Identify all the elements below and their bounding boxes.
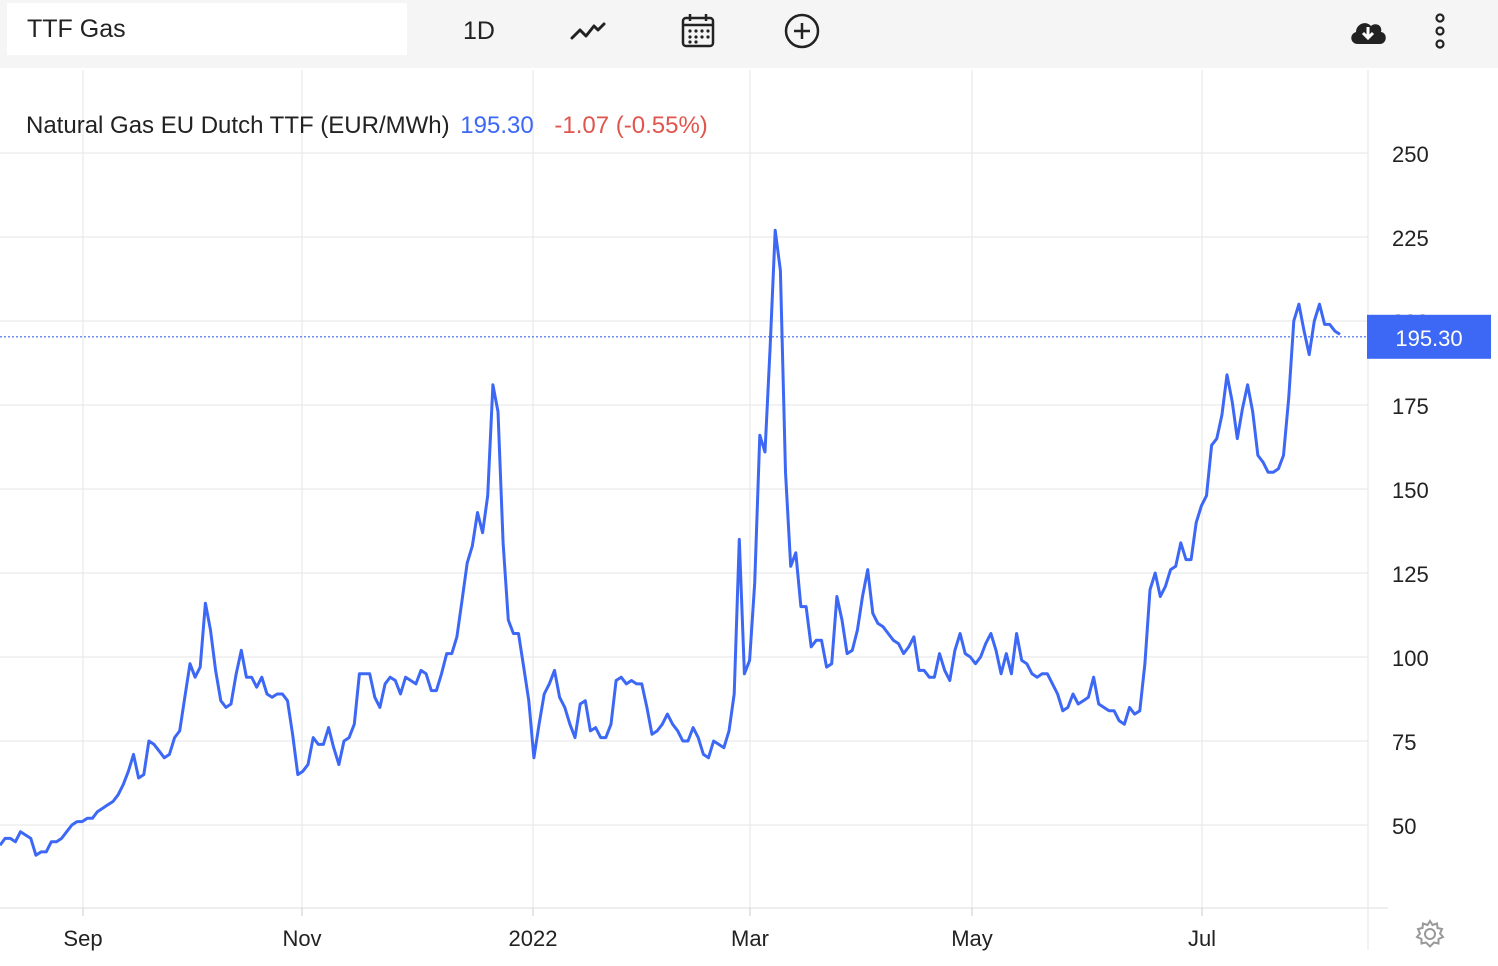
price-change: -1.07 (-0.55%) [554, 112, 708, 139]
y-tick-label: 250 [1392, 142, 1429, 167]
chart-header: Natural Gas EU Dutch TTF (EUR/MWh) 195.3… [26, 112, 712, 140]
price-chart[interactable]: 5075100125150175200225250SepNov2022MarMa… [0, 0, 1498, 966]
last-price-tag-label: 195.30 [1395, 326, 1462, 351]
gear-icon[interactable] [1414, 918, 1446, 950]
y-tick-label: 100 [1392, 646, 1429, 671]
y-tick-label: 150 [1392, 478, 1429, 503]
y-tick-label: 50 [1392, 814, 1416, 839]
y-tick-label: 75 [1392, 730, 1416, 755]
x-tick-label: Mar [731, 926, 769, 951]
x-tick-label: Jul [1188, 926, 1216, 951]
series-line [0, 228, 1341, 857]
instrument-name: Natural Gas EU Dutch TTF (EUR/MWh) [26, 112, 450, 139]
y-tick-label: 175 [1392, 394, 1429, 419]
y-tick-label: 125 [1392, 562, 1429, 587]
last-price: 195.30 [460, 112, 534, 139]
x-tick-label: May [951, 926, 993, 951]
x-tick-label: Nov [282, 926, 321, 951]
y-tick-label: 225 [1392, 226, 1429, 251]
x-tick-label: 2022 [509, 926, 558, 951]
x-tick-label: Sep [63, 926, 102, 951]
